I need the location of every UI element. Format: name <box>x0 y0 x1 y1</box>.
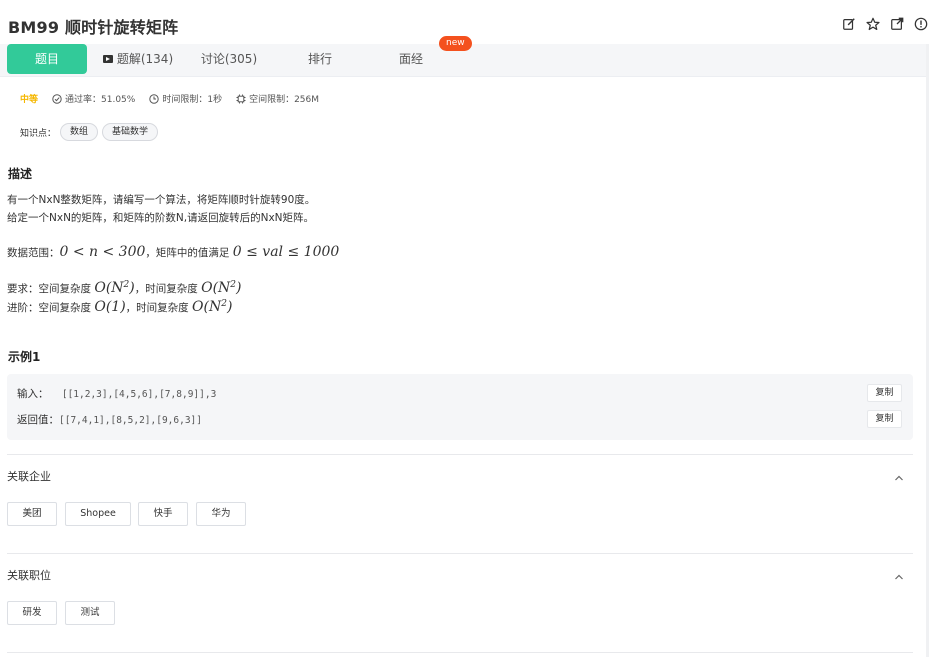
tab-problem[interactable]: 题目 <box>7 44 87 74</box>
pass-rate: 通过率：51.05% <box>52 92 135 105</box>
divider <box>7 454 913 455</box>
time-limit: 时间限制：1秒 <box>149 92 222 105</box>
chevron-up-icon[interactable] <box>893 568 905 580</box>
knowledge-label: 知识点： <box>20 128 57 139</box>
knowledge-tag[interactable]: 数组 <box>60 123 99 141</box>
advanced-line: 进阶：空间复杂度 O(1)，时间复杂度 O(N2) <box>7 299 233 315</box>
position-tag[interactable]: 测试 <box>65 601 115 625</box>
company-tag[interactable]: Shopee <box>65 502 131 526</box>
range-formula: 0 < n < 300 <box>59 244 146 260</box>
tab-solutions[interactable]: 题解(134) <box>98 44 178 74</box>
clock-icon <box>149 93 160 104</box>
complexity-formula: O(1) <box>94 299 126 315</box>
space-limit-text: 空间限制：256M <box>249 95 320 105</box>
output-value: [[7,4,1],[8,5,2],[9,6,3]] <box>59 415 202 426</box>
data-range: 数据范围：0 < n < 300，矩阵中的值满足 0 ≤ val ≤ 1000 <box>7 244 340 260</box>
output-label: 返回值： <box>17 414 59 426</box>
problem-title: BM99 顺时针旋转矩阵 <box>8 18 179 37</box>
company-tag[interactable]: 华为 <box>196 502 246 526</box>
info-icon[interactable] <box>913 16 929 32</box>
complexity-formula: O(N2) <box>94 280 135 296</box>
requirement-line: 要求：空间复杂度 O(N2)，时间复杂度 O(N2) <box>7 280 242 296</box>
example-heading: 示例1 <box>8 350 41 364</box>
problem-meta: 中等 通过率：51.05% 时间限制：1秒 空间限制：256M <box>20 92 319 105</box>
edit-icon[interactable] <box>841 16 857 32</box>
share-icon[interactable] <box>889 16 905 32</box>
tab-discussion[interactable]: 讨论(305) <box>189 44 269 74</box>
range-formula: 0 ≤ val ≤ 1000 <box>232 244 340 260</box>
description-heading: 描述 <box>8 167 33 181</box>
example-box: 输入： [[1,2,3],[4,5,6],[7,8,9]],3 复制 返回值：[… <box>7 374 913 440</box>
check-circle-icon <box>52 93 62 104</box>
video-icon <box>102 55 113 63</box>
knowledge-tag[interactable]: 基础数学 <box>102 123 159 141</box>
memory-icon <box>236 94 246 103</box>
space-limit: 空间限制：256M <box>236 92 319 105</box>
related-companies-title[interactable]: 关联企业 <box>7 468 51 484</box>
complexity-formula: O(N2) <box>192 299 233 315</box>
divider <box>7 553 913 554</box>
input-label: 输入： <box>17 388 49 400</box>
tab-solutions-label: 题解(134) <box>116 52 174 66</box>
knowledge-points: 知识点： 数组 基础数学 <box>20 123 159 141</box>
example-output: 返回值：[[7,4,1],[8,5,2],[9,6,3]] <box>17 412 202 427</box>
difficulty-label: 中等 <box>20 95 39 105</box>
input-value: [[1,2,3],[4,5,6],[7,8,9]],3 <box>61 389 217 400</box>
tab-ranking[interactable]: 排行 <box>280 44 360 74</box>
description-line: 有一个NxN整数矩阵，请编写一个算法，将矩阵顺时针旋转90度。 <box>7 194 316 206</box>
copy-input-button[interactable]: 复制 <box>867 384 902 402</box>
complexity-formula: O(N2) <box>201 280 242 296</box>
new-badge: new <box>439 36 472 51</box>
header-actions <box>841 16 929 32</box>
chevron-up-icon[interactable] <box>893 469 905 481</box>
star-icon[interactable] <box>865 16 881 32</box>
position-tag[interactable]: 研发 <box>7 601 57 625</box>
company-tag[interactable]: 快手 <box>138 502 188 526</box>
related-positions-title[interactable]: 关联职位 <box>7 567 51 583</box>
time-limit-text: 时间限制：1秒 <box>162 95 223 105</box>
tab-interview[interactable]: 面经 <box>371 44 451 74</box>
example-input: 输入： [[1,2,3],[4,5,6],[7,8,9]],3 <box>17 386 216 401</box>
pass-rate-text: 通过率：51.05% <box>65 95 136 105</box>
description-line: 给定一个NxN的矩阵，和矩阵的阶数N,请返回旋转后的NxN矩阵。 <box>7 212 315 224</box>
copy-output-button[interactable]: 复制 <box>867 410 902 428</box>
company-tag[interactable]: 美团 <box>7 502 57 526</box>
divider <box>7 652 913 653</box>
